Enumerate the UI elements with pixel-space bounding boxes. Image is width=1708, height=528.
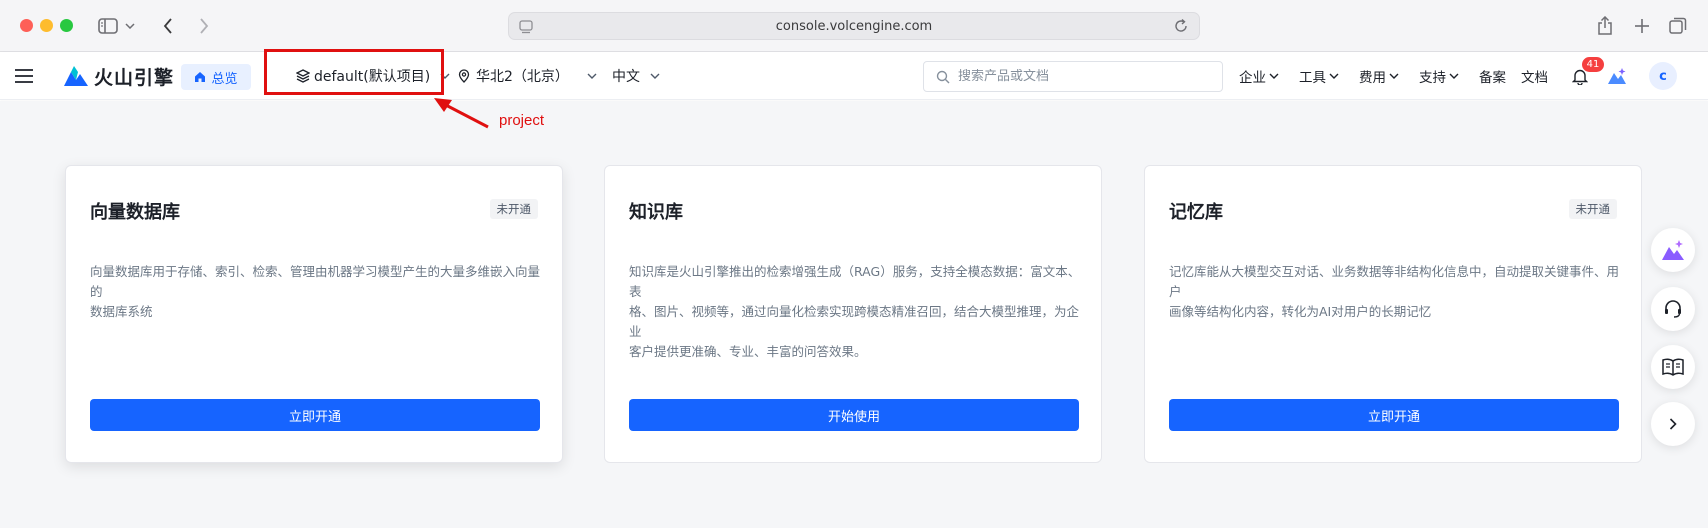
menu-docs[interactable]: 文档 bbox=[1521, 52, 1548, 100]
knowledge-base-card: 知识库 知识库是火山引擎推出的检索增强生成（RAG）服务，支持全模态数据：富文本… bbox=[604, 165, 1102, 463]
menu-enterprise[interactable]: 企业 bbox=[1239, 52, 1279, 100]
docs-float-button[interactable] bbox=[1651, 345, 1695, 389]
menu-support-label: 支持 bbox=[1419, 70, 1446, 86]
menu-filing-label: 备案 bbox=[1479, 70, 1506, 86]
language-label: 中文 bbox=[612, 69, 640, 85]
notification-count-badge: 41 bbox=[1582, 57, 1604, 72]
menu-support[interactable]: 支持 bbox=[1419, 52, 1459, 100]
menu-billing-label: 费用 bbox=[1359, 70, 1386, 86]
menu-filing[interactable]: 备案 bbox=[1479, 52, 1506, 100]
status-badge: 未开通 bbox=[489, 199, 538, 219]
url-text: console.volcengine.com bbox=[775, 18, 933, 34]
vector-db-card: 向量数据库 未开通 向量数据库用于存储、索引、检索、管理由机器学习模型产生的大量… bbox=[65, 165, 563, 463]
home-icon bbox=[195, 72, 206, 82]
activate-memory-db-button[interactable]: 立即开通 bbox=[1169, 399, 1619, 431]
language-selector[interactable]: 中文 bbox=[612, 52, 660, 100]
volcengine-logo[interactable]: 火山引擎 bbox=[64, 52, 174, 100]
minimize-window-button[interactable] bbox=[40, 19, 53, 32]
volcano-logo-icon bbox=[64, 66, 88, 86]
region-label: 华北2（北京） bbox=[476, 69, 569, 85]
close-window-button[interactable] bbox=[20, 19, 33, 32]
card-description: 记忆库能从大模型交互对话、业务数据等非结构化信息中，自动提取关键事件、用户 画像… bbox=[1169, 262, 1621, 322]
zoom-window-button[interactable] bbox=[60, 19, 73, 32]
chevron-down-icon[interactable] bbox=[122, 14, 138, 38]
share-icon[interactable] bbox=[1593, 14, 1617, 38]
chevron-down-icon bbox=[1329, 73, 1339, 79]
menu-enterprise-label: 企业 bbox=[1239, 70, 1266, 86]
card-description: 知识库是火山引擎推出的检索增强生成（RAG）服务，支持全模态数据：富文本、表 格… bbox=[629, 262, 1081, 362]
search-icon bbox=[936, 70, 950, 83]
ai-mountain-icon bbox=[1662, 240, 1684, 260]
chevron-down-icon bbox=[1269, 73, 1279, 79]
card-description-line: 记忆库能从大模型交互对话、业务数据等非结构化信息中，自动提取关键事件、用户 bbox=[1169, 264, 1620, 299]
chevron-down-icon bbox=[1389, 73, 1399, 79]
card-description-line: 向量数据库用于存储、索引、检索、管理由机器学习模型产生的大量多维嵌入向量的 bbox=[90, 264, 541, 299]
chevron-down-icon bbox=[440, 73, 450, 79]
expand-float-button[interactable] bbox=[1651, 402, 1695, 446]
chevron-down-icon bbox=[650, 73, 660, 79]
card-description: 向量数据库用于存储、索引、检索、管理由机器学习模型产生的大量多维嵌入向量的 数据… bbox=[90, 262, 542, 322]
card-description-line: 数据库系统 bbox=[90, 304, 153, 319]
address-bar[interactable]: console.volcengine.com bbox=[508, 12, 1200, 40]
region-selector[interactable]: 华北2（北京） bbox=[458, 52, 597, 100]
chevron-down-icon bbox=[587, 73, 597, 79]
logo-text: 火山引擎 bbox=[94, 66, 175, 89]
card-description-line: 格、图片、视频等，通过向量化检索实现跨模态精准召回，结合大模型推理，为企业 bbox=[629, 304, 1080, 339]
overview-label: 总览 bbox=[211, 71, 238, 87]
reload-icon[interactable] bbox=[1173, 18, 1189, 38]
location-pin-icon bbox=[458, 69, 470, 83]
activate-vector-db-button[interactable]: 立即开通 bbox=[90, 399, 540, 431]
card-description-line: 客户提供更准确、专业、丰富的问答效果。 bbox=[629, 344, 867, 359]
tab-overview-icon[interactable] bbox=[1666, 14, 1690, 38]
annotation-label: project bbox=[499, 112, 545, 129]
layers-icon bbox=[296, 69, 310, 83]
menu-billing[interactable]: 费用 bbox=[1359, 52, 1399, 100]
annotation-arrow-icon bbox=[434, 98, 489, 129]
card-title: 向量数据库 bbox=[90, 202, 180, 223]
search-input[interactable] bbox=[958, 69, 1208, 84]
hamburger-menu-icon[interactable] bbox=[14, 52, 36, 100]
customer-support-float-button[interactable] bbox=[1651, 287, 1695, 331]
menu-docs-label: 文档 bbox=[1521, 70, 1548, 86]
search-box[interactable] bbox=[923, 61, 1223, 92]
chevron-down-icon bbox=[1449, 73, 1459, 79]
menu-tools-label: 工具 bbox=[1299, 70, 1326, 86]
start-knowledge-base-button[interactable]: 开始使用 bbox=[629, 399, 1079, 431]
headset-icon bbox=[1665, 300, 1681, 318]
overview-button[interactable]: 总览 bbox=[181, 64, 251, 90]
back-icon[interactable] bbox=[156, 14, 180, 38]
browser-window: console.volcengine.com 火山引擎 总览 default(默… bbox=[0, 0, 1708, 528]
card-title: 记忆库 bbox=[1169, 202, 1223, 223]
status-badge: 未开通 bbox=[1568, 199, 1617, 219]
browser-toolbar: console.volcengine.com bbox=[0, 0, 1708, 52]
ai-assistant-float-button[interactable] bbox=[1651, 228, 1695, 272]
project-label: default(默认项目) bbox=[314, 69, 431, 85]
user-avatar[interactable]: c bbox=[1649, 62, 1677, 90]
menu-tools[interactable]: 工具 bbox=[1299, 52, 1339, 100]
forward-icon[interactable] bbox=[192, 14, 216, 38]
console-header: 火山引擎 总览 default(默认项目) 华北2（北京） 中文 企业 bbox=[0, 52, 1708, 100]
card-title: 知识库 bbox=[629, 202, 683, 223]
ai-assistant-icon[interactable] bbox=[1606, 52, 1628, 100]
book-icon bbox=[1662, 358, 1684, 376]
project-selector[interactable]: default(默认项目) bbox=[296, 52, 450, 100]
chevron-right-icon bbox=[1669, 418, 1677, 430]
new-tab-icon[interactable] bbox=[1630, 14, 1654, 38]
sidebar-toggle-icon[interactable] bbox=[96, 14, 120, 38]
card-description-line: 画像等结构化内容，转化为AI对用户的长期记忆 bbox=[1169, 304, 1432, 319]
card-description-line: 知识库是火山引擎推出的检索增强生成（RAG）服务，支持全模态数据：富文本、表 bbox=[629, 264, 1081, 299]
memory-db-card: 记忆库 未开通 记忆库能从大模型交互对话、业务数据等非结构化信息中，自动提取关键… bbox=[1144, 165, 1642, 463]
